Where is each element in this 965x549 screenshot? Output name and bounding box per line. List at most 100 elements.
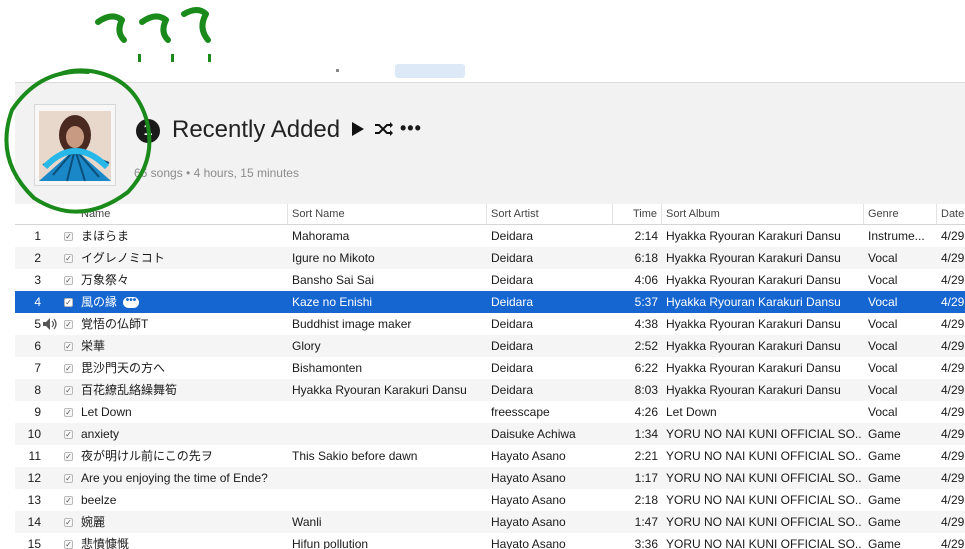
more-options-button[interactable]: ••• [400, 117, 424, 139]
track-time: 4:38 [634, 317, 658, 331]
track-sort-artist: Hayato Asano [491, 449, 566, 463]
track-sort-artist: Hayato Asano [491, 537, 566, 549]
track-sort-name [292, 489, 487, 511]
col-header-sort-name[interactable]: Sort Name [288, 204, 487, 225]
col-header-sort-artist[interactable]: Sort Artist [487, 204, 613, 225]
top-bar-dot [336, 69, 339, 72]
col-header-genre[interactable]: Genre [864, 204, 937, 225]
table-row[interactable]: 9 ✓ Let Down freesscape 4:26 Let Down Vocal 4/2… [15, 401, 965, 423]
track-sort-name: Glory [292, 339, 321, 353]
playlist-title[interactable]: Recently Added [172, 116, 340, 144]
track-sort-album: Hyakka Ryouran Karakuri Dansu [666, 361, 841, 375]
track-genre: Vocal [868, 273, 898, 287]
track-name: 風の縁 ••• [81, 291, 286, 313]
track-date: 4/29 [941, 317, 965, 331]
table-row[interactable]: 13 ✓ beelze Hayato Asano 2:18 YORU NO NAI KUN… [15, 489, 965, 511]
col-header-date[interactable]: Date [937, 204, 965, 225]
track-time: 6:22 [634, 361, 658, 375]
track-checkbox[interactable]: ✓ [64, 232, 73, 241]
track-checkbox[interactable]: ✓ [64, 452, 73, 461]
track-number: 13 [27, 493, 41, 507]
track-genre: Vocal [868, 405, 898, 419]
track-checkbox[interactable]: ✓ [64, 474, 73, 483]
col-header-time[interactable]: Time [613, 204, 662, 225]
track-genre: Game [868, 493, 901, 507]
track-genre: Vocal [868, 295, 898, 309]
table-row[interactable]: 1 ✓ まほらま Mahorama Deidara 2:14 Hyakka Ryouran … [15, 225, 965, 247]
track-number: 1 [34, 229, 41, 243]
table-row[interactable]: 5 ✓ 覚悟の仏師T Buddhist image maker Deidara 4:38 H… [15, 313, 965, 335]
track-name: anxiety [81, 427, 120, 441]
track-sort-artist: Deidara [491, 229, 534, 243]
track-sort-name: Igure no Mikoto [292, 251, 375, 265]
track-genre: Game [868, 449, 901, 463]
table-row[interactable]: 8 ✓ 百花繚乱絡繰舞筍 Hyakka Ryouran Karakuri Dansu D… [15, 379, 965, 401]
track-date: 4/29 [941, 515, 965, 529]
shuffle-button[interactable] [373, 118, 395, 140]
track-checkbox[interactable]: ✓ [64, 496, 73, 505]
play-button[interactable] [348, 118, 368, 140]
track-checkbox[interactable]: ✓ [64, 342, 73, 351]
track-sort-album: YORU NO NAI KUNI OFFICIAL SO... [666, 493, 862, 507]
track-number: 15 [27, 537, 41, 549]
table-row[interactable]: 3 ✓ 万象祭々 Bansho Sai Sai Deidara 4:06 Hyakka Ry… [15, 269, 965, 291]
track-checkbox[interactable]: ✓ [64, 540, 73, 549]
track-date: 4/29 [941, 537, 965, 549]
track-checkbox[interactable]: ✓ [64, 254, 73, 263]
track-checkbox[interactable]: ✓ [64, 298, 73, 307]
table-row[interactable]: 2 ✓ イグレノミコト Igure no Mikoto Deidara 6:18 Hyakk… [15, 247, 965, 269]
track-sort-name [292, 401, 487, 423]
table-row[interactable]: 15 ✓ 悲憤慷慨 Hifun pollution Hayato Asano 3:36 YO… [15, 533, 965, 549]
table-row[interactable]: 11 ✓ 夜が明けル前にこの先ヲ This Sakio before dawn Haya… [15, 445, 965, 467]
track-sort-album: YORU NO NAI KUNI OFFICIAL SO... [666, 471, 862, 485]
top-tab-highlight[interactable] [395, 64, 465, 78]
track-sort-artist: Deidara [491, 251, 534, 265]
track-sort-artist: Hayato Asano [491, 493, 566, 507]
track-time: 1:17 [634, 471, 658, 485]
track-genre: Game [868, 537, 901, 549]
track-sort-artist: Deidara [491, 273, 534, 287]
track-more-button[interactable]: ••• [123, 296, 140, 309]
track-name: 百花繚乱絡繰舞筍 [81, 383, 178, 397]
track-number: 5 [34, 317, 41, 331]
track-checkbox[interactable]: ✓ [64, 408, 73, 417]
track-checkbox[interactable]: ✓ [64, 364, 73, 373]
track-name: 万象祭々 [81, 273, 130, 287]
track-sort-name: This Sakio before dawn [292, 449, 418, 463]
annotation-circle [4, 68, 152, 214]
track-checkbox[interactable]: ✓ [64, 276, 73, 285]
track-checkbox[interactable]: ✓ [64, 430, 73, 439]
track-sort-album: YORU NO NAI KUNI OFFICIAL SO... [666, 537, 862, 549]
col-header-sort-album[interactable]: Sort Album [662, 204, 864, 225]
track-sort-name: Hifun pollution [292, 537, 369, 549]
track-checkbox[interactable]: ✓ [64, 386, 73, 395]
track-genre: Game [868, 427, 901, 441]
track-sort-album: YORU NO NAI KUNI OFFICIAL SO... [666, 427, 862, 441]
table-row[interactable]: 6 ✓ 栄華 Glory Deidara 2:52 Hyakka Ryouran Karak… [15, 335, 965, 357]
track-date: 4/29 [941, 493, 965, 507]
table-row[interactable]: 7 ✓ 毘沙門天の方へ Bishamonten Deidara 6:22 Hyakka Ry… [15, 357, 965, 379]
track-sort-name: Mahorama [292, 229, 350, 243]
track-date: 4/29 [941, 273, 965, 287]
track-name: 夜が明けル前にこの先ヲ [81, 449, 213, 463]
track-name: まほらま [81, 229, 130, 243]
track-sort-album: YORU NO NAI KUNI OFFICIAL SO... [666, 449, 862, 463]
table-row[interactable]: 12 ✓ Are you enjoying the time of Ende? Hay… [15, 467, 965, 489]
track-name: 覚悟の仏師T [81, 317, 149, 331]
track-checkbox[interactable]: ✓ [64, 320, 73, 329]
track-sort-artist: Deidara [491, 317, 534, 331]
track-name: Let Down [81, 405, 132, 419]
track-sort-name [292, 467, 487, 489]
now-playing-speaker-icon [43, 318, 57, 330]
track-sort-name: Hyakka Ryouran Karakuri Dansu [292, 383, 467, 397]
shuffle-icon [375, 122, 393, 136]
table-row[interactable]: 14 ✓ 婉麗 Wanli Hayato Asano 1:47 YORU NO NAI KU… [15, 511, 965, 533]
track-name: Are you enjoying the time of Ende? [81, 471, 268, 485]
track-genre: Vocal [868, 251, 898, 265]
track-checkbox[interactable]: ✓ [64, 518, 73, 527]
track-name: beelze [81, 493, 117, 507]
table-row[interactable]: 4 ✓ 風の縁 ••• Kaze no Enishi Deidara 5:37 Hyakka … [15, 291, 965, 313]
table-row[interactable]: 10 ✓ anxiety Daisuke Achiwa 1:34 YORU NO NAI … [15, 423, 965, 445]
track-number: 3 [34, 273, 41, 287]
track-name: イグレノミコト [81, 251, 165, 265]
